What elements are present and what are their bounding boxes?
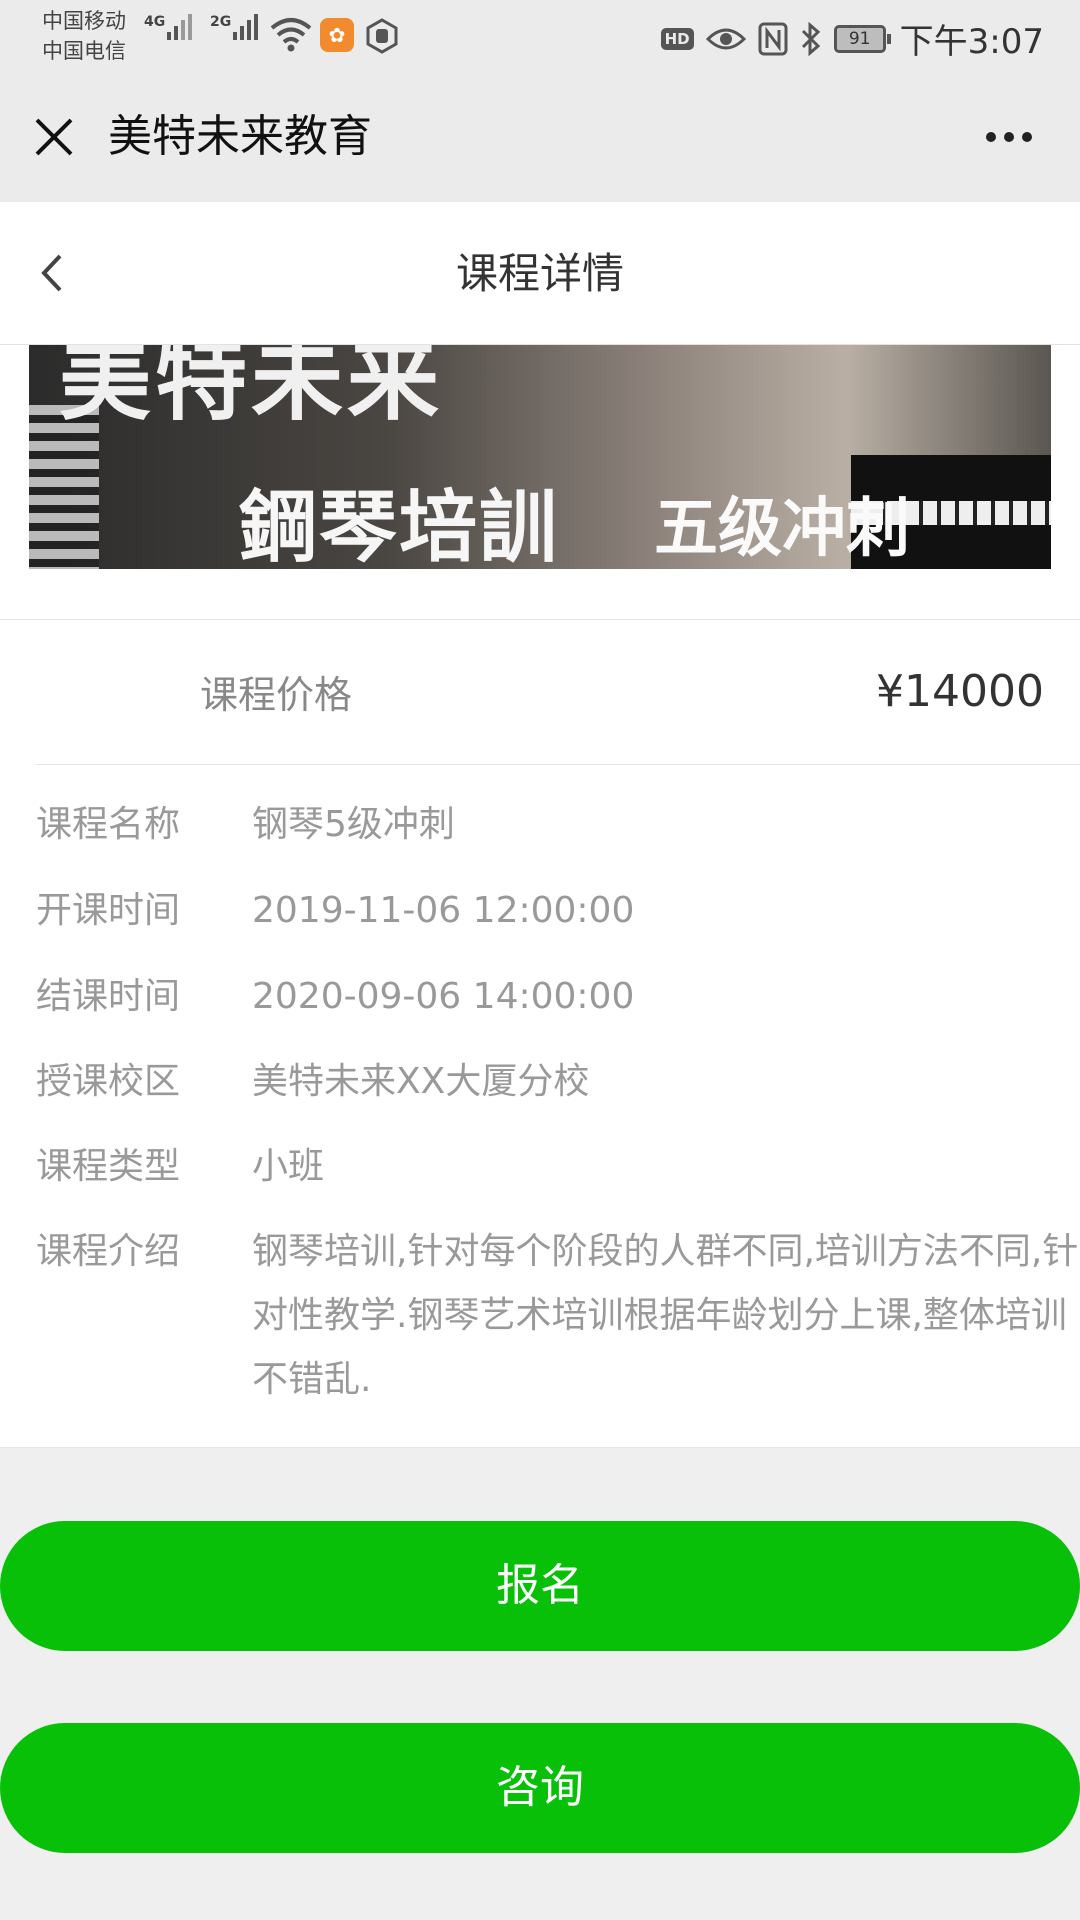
signal-4g-icon: 4G <box>144 14 195 40</box>
more-menu-icon[interactable] <box>978 132 1032 142</box>
carrier-info: 中国移动 中国电信 <box>42 6 126 66</box>
banner-top-text: 美特未来 <box>59 345 444 433</box>
eye-icon <box>705 28 746 49</box>
divider <box>0 619 1080 620</box>
signup-button[interactable]: 报名 <box>0 1521 1080 1651</box>
info-value: 2019-11-06 12:00:00 <box>252 890 635 931</box>
hd-icon: HD <box>660 27 694 50</box>
info-label: 课程类型 <box>36 1146 181 1187</box>
net-type-2: 2G <box>210 14 232 30</box>
info-label: 开课时间 <box>36 890 181 931</box>
info-label: 结课时间 <box>36 976 181 1017</box>
info-label: 授课校区 <box>36 1061 181 1102</box>
divider <box>36 764 1080 765</box>
app-titlebar: 美特未来教育 <box>0 76 1080 202</box>
consult-button[interactable]: 咨询 <box>0 1723 1080 1853</box>
hand-icon <box>366 18 398 54</box>
signal-2g-icon: 2G <box>210 14 261 40</box>
course-banner-image: 美特未来 鋼琴培訓 五级冲刺 <box>29 345 1051 569</box>
info-label: 课程名称 <box>36 804 181 845</box>
price-value: ¥14000 <box>876 666 1044 717</box>
uc-browser-icon: ✿ <box>320 18 354 52</box>
carrier-2: 中国电信 <box>42 39 126 63</box>
price-label: 课程价格 <box>200 673 353 717</box>
page-header: 课程详情 <box>0 202 1080 345</box>
info-value: 2020-09-06 14:00:00 <box>252 976 635 1017</box>
info-value: 钢琴培训,针对每个阶段的人群不同,培训方法不同,针对性教学.钢琴艺术培训根据年龄… <box>252 1231 1079 1400</box>
status-bar: 中国移动 中国电信 4G 2G ✿ HD 91 下午3:07 <box>0 0 1080 76</box>
course-detail-card: 美特未来 鋼琴培訓 五级冲刺 课程价格 ¥14000 课程名称 钢琴5级冲刺 开… <box>0 345 1080 1448</box>
net-type-1: 4G <box>144 14 166 30</box>
divider <box>0 1447 1080 1448</box>
banner-main-text: 鋼琴培訓 <box>239 483 560 569</box>
info-value: 小班 <box>252 1146 325 1187</box>
carrier-1: 中国移动 <box>42 9 126 33</box>
clock: 下午3:07 <box>899 22 1044 62</box>
app-title: 美特未来教育 <box>108 111 372 162</box>
nfc-icon <box>758 22 788 55</box>
battery-icon: 91 <box>833 24 891 53</box>
info-label: 课程介绍 <box>36 1231 181 1272</box>
status-right: HD 91 下午3:07 <box>660 14 1044 63</box>
wifi-icon <box>270 18 312 52</box>
bluetooth-icon <box>801 21 820 56</box>
info-value: 钢琴5级冲刺 <box>252 804 455 845</box>
banner-sub-text: 五级冲刺 <box>654 492 910 566</box>
info-value: 美特未来XX大厦分校 <box>252 1061 590 1102</box>
close-icon[interactable] <box>34 117 74 157</box>
page-title: 课程详情 <box>455 249 624 298</box>
